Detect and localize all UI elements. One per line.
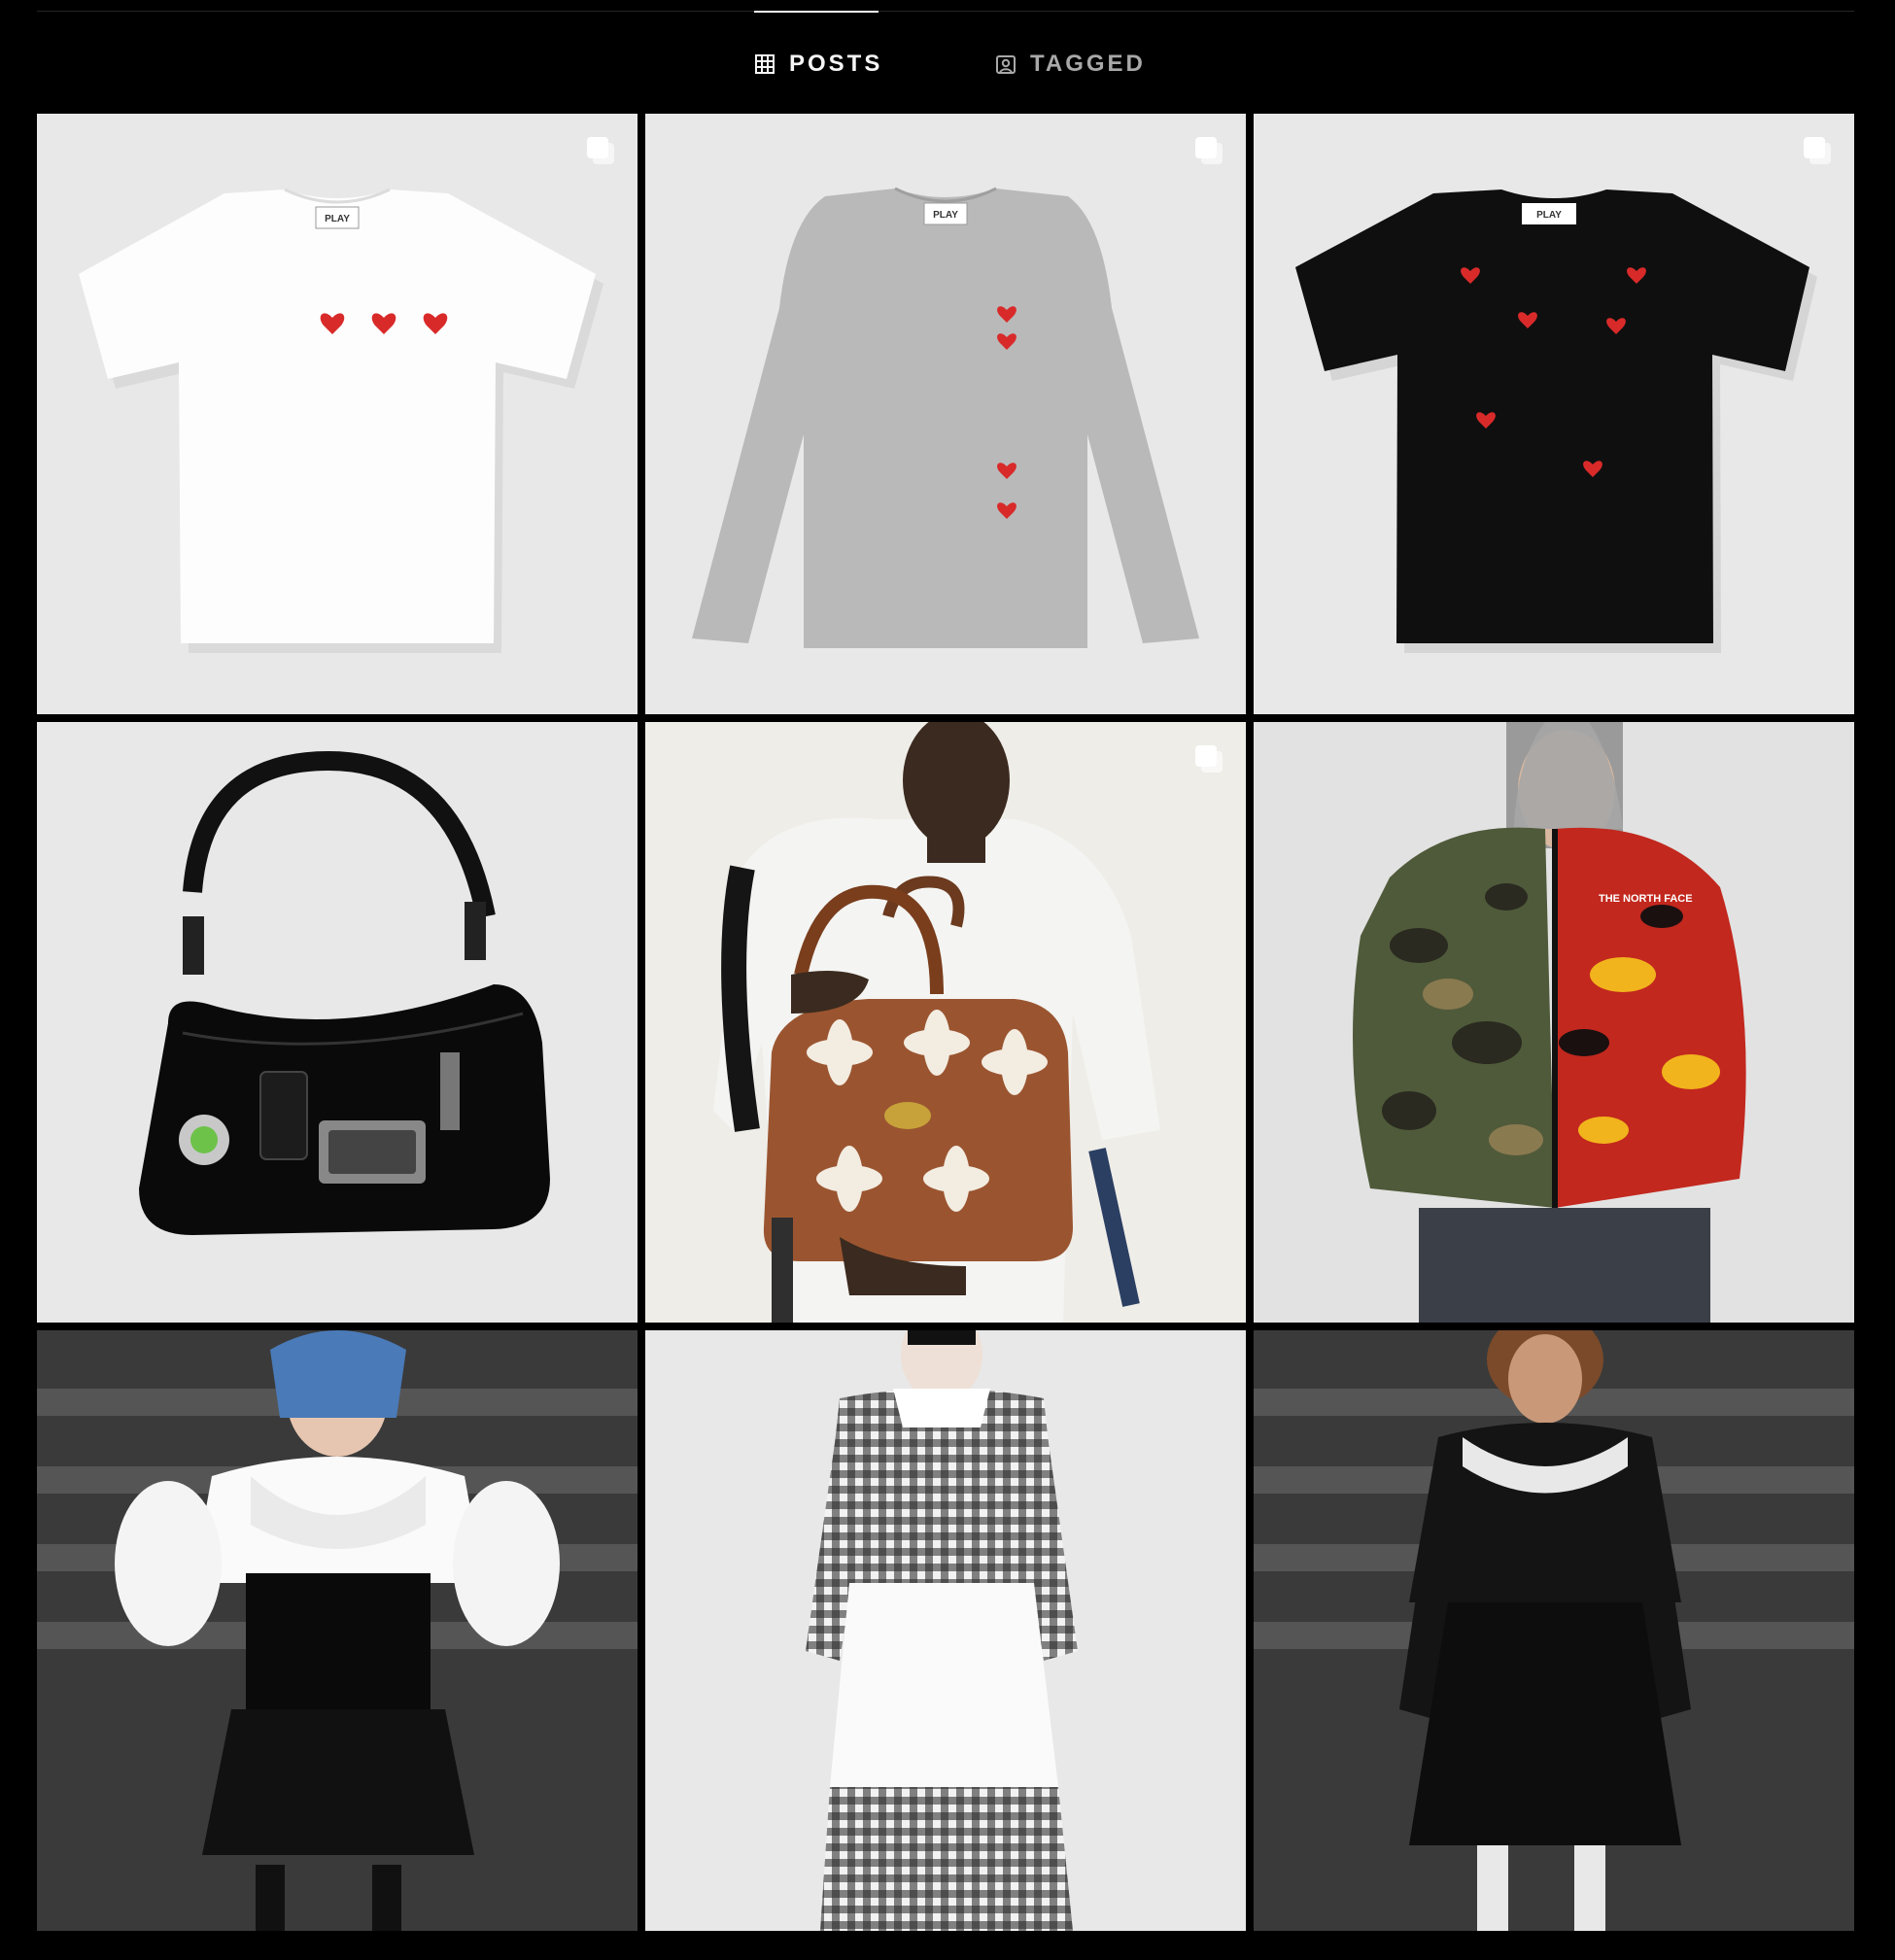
post-tile-model-brown-bag[interactable] — [645, 722, 1246, 1323]
post-tile-runway-look[interactable] — [37, 1330, 637, 1931]
black-tee-label-text: PLAY — [1536, 210, 1562, 221]
post-tile-black-bag[interactable] — [37, 722, 637, 1323]
tagged-icon — [996, 55, 1016, 74]
tee-label-text: PLAY — [325, 214, 350, 224]
black-bag-image — [37, 722, 637, 1323]
white-tee-image: PLAY — [37, 114, 637, 714]
multiple-photos-icon — [1804, 137, 1831, 164]
multiple-photos-icon — [1195, 745, 1223, 773]
tab-posts[interactable]: POSTS — [754, 47, 882, 82]
runway-look-image — [37, 1330, 637, 1931]
model-brown-bag-image — [645, 722, 1246, 1323]
puffer-logo-text: THE NORTH FACE — [1599, 893, 1693, 905]
gingham-look-image — [645, 1330, 1246, 1931]
posts-grid: PLAY PLAY PLAY THE NORTH FACE — [37, 114, 1854, 1960]
post-tile-white-tee[interactable]: PLAY — [37, 114, 637, 714]
profile-tabs: POSTS TAGGED — [0, 47, 1895, 82]
grey-longsleeve-image: PLAY — [645, 114, 1246, 714]
post-tile-grey-longsleeve[interactable]: PLAY — [645, 114, 1246, 714]
multiple-photos-icon — [587, 137, 614, 164]
multiple-photos-icon — [1195, 137, 1223, 164]
grid-icon — [755, 54, 775, 74]
black-lace-look-image — [1254, 1330, 1854, 1931]
profile-divider — [37, 11, 1854, 12]
tab-tagged-label: TAGGED — [1030, 51, 1146, 77]
post-tile-black-tee[interactable]: PLAY — [1254, 114, 1854, 714]
longsleeve-label-text: PLAY — [933, 210, 958, 221]
post-tile-gingham-look[interactable] — [645, 1330, 1246, 1931]
tab-posts-label: POSTS — [789, 51, 883, 77]
active-tab-indicator — [754, 11, 879, 13]
post-tile-camo-puffer[interactable]: THE NORTH FACE — [1254, 722, 1854, 1323]
tab-tagged[interactable]: TAGGED — [995, 47, 1146, 82]
post-tile-black-lace-look[interactable] — [1254, 1330, 1854, 1931]
camo-puffer-image: THE NORTH FACE — [1254, 722, 1854, 1323]
black-tee-image: PLAY — [1254, 114, 1854, 714]
